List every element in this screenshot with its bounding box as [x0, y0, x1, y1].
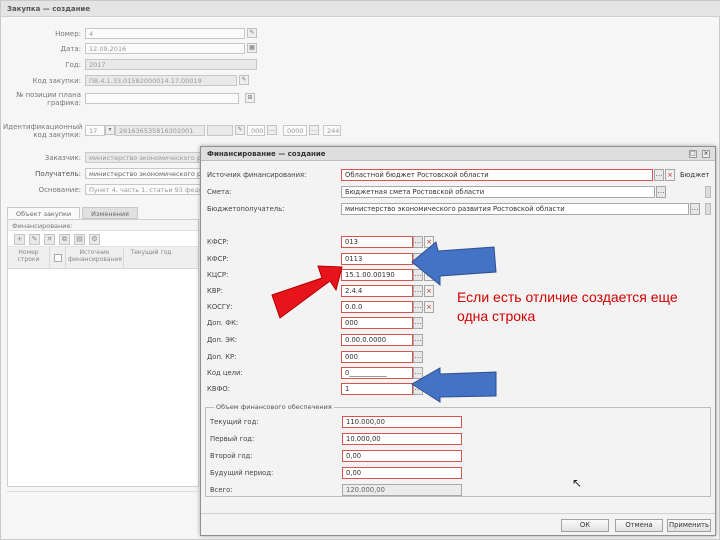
red-arrow [271, 265, 343, 319]
annotation-arrows [271, 241, 497, 403]
annotation-text: Если есть отличие создается еще одна стр… [457, 289, 678, 324]
blue-arrow-top [411, 241, 497, 287]
blue-arrow-bottom [411, 367, 497, 403]
mouse-cursor-icon: ↖ [572, 476, 583, 490]
